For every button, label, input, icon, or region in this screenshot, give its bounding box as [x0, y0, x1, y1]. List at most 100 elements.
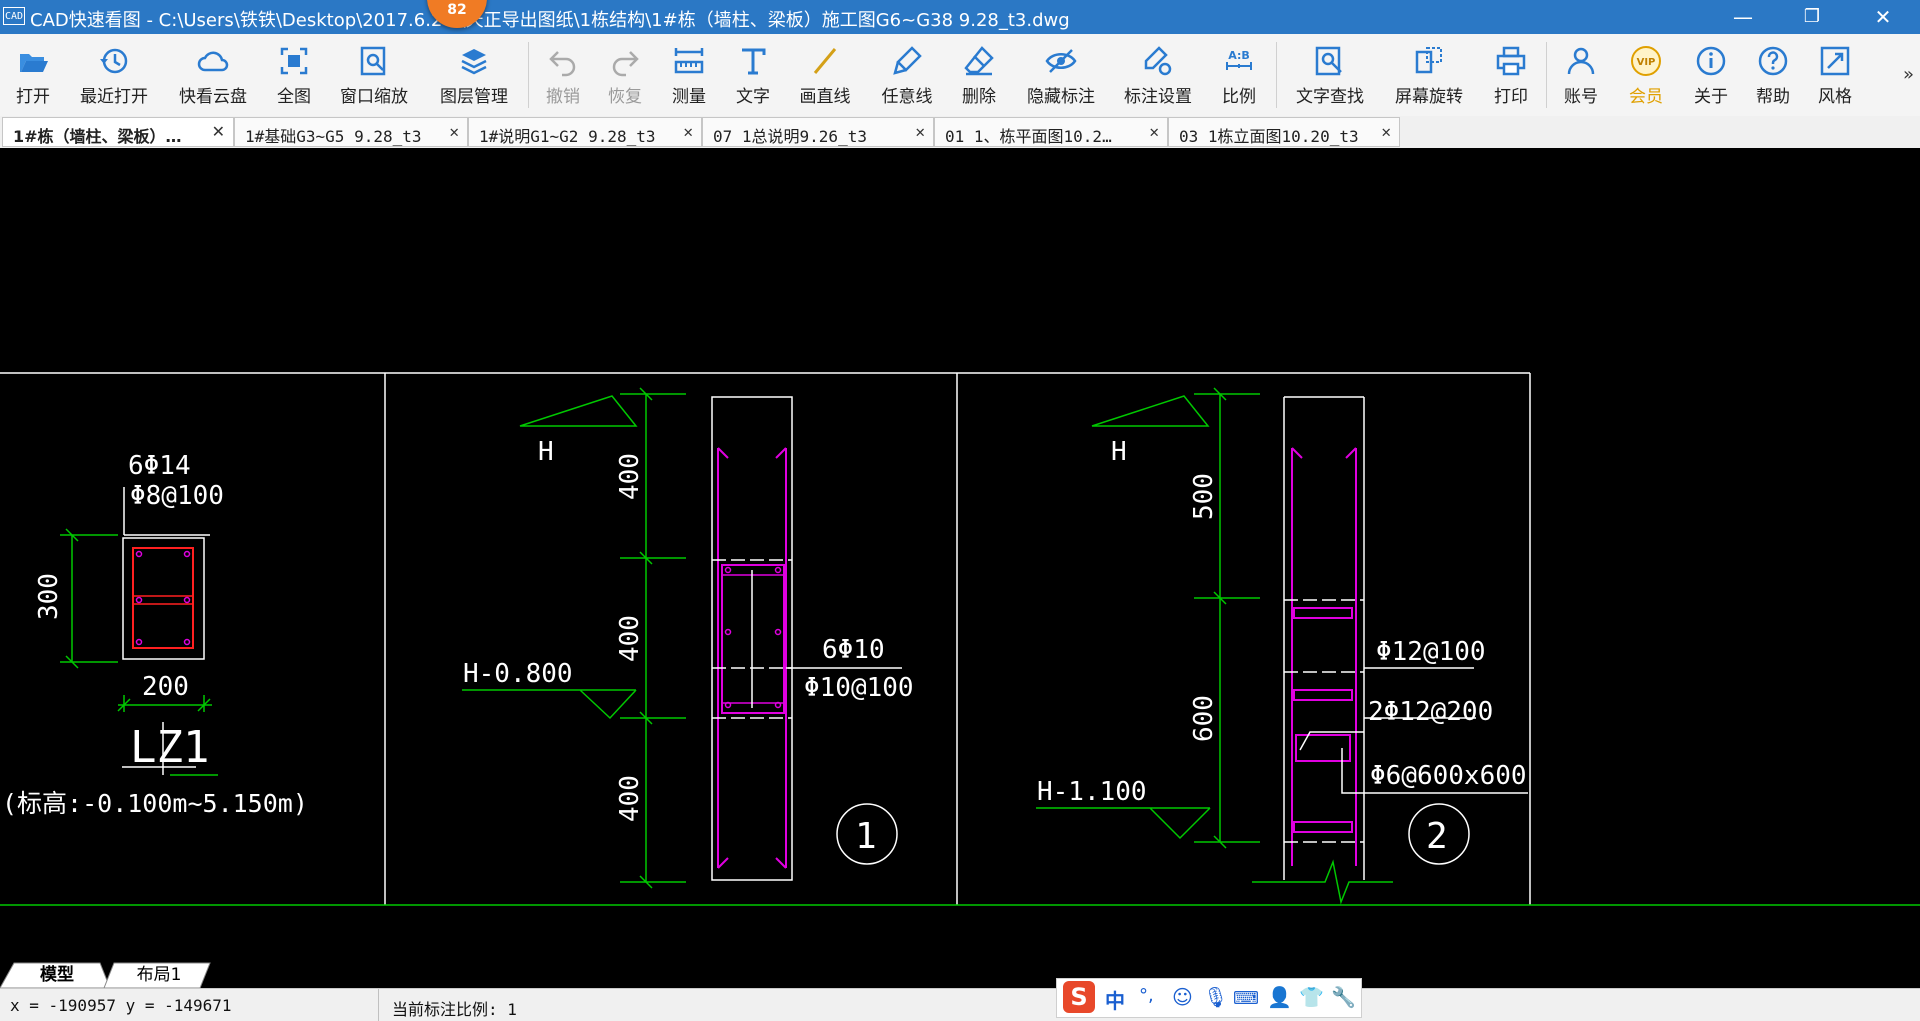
ime-punct-toggle[interactable]: °,: [1139, 985, 1154, 1006]
detail1-level-top: H: [538, 437, 554, 467]
restore-button[interactable]: ❐: [1782, 0, 1842, 34]
close-button[interactable]: ✕: [1853, 0, 1913, 34]
close-tab-icon[interactable]: ✕: [683, 122, 693, 141]
mic-icon[interactable]: 🎙: [1203, 985, 1228, 1009]
account-label: 账号: [1564, 87, 1598, 107]
tab-model[interactable]: 模型: [14, 962, 100, 988]
layer-manager-label: 图层管理: [440, 87, 508, 107]
detail2-level-top: H: [1111, 437, 1127, 467]
account-button[interactable]: 账号: [1550, 34, 1612, 116]
annotation-settings-icon: [1144, 46, 1172, 76]
coordinate-readout: x = -190957 y = -149671: [10, 996, 232, 1015]
eraser-icon: [964, 46, 994, 76]
annotation-settings-label: 标注设置: [1124, 87, 1192, 107]
vip-label: 会员: [1629, 87, 1663, 107]
toolbar-overflow-button[interactable]: »: [1903, 64, 1914, 85]
doc-tab-label: 07 1总说明9.26_t3: [713, 127, 867, 146]
redo-button[interactable]: 恢复: [594, 34, 656, 116]
scale-button[interactable]: A:B 比例: [1204, 34, 1274, 116]
detail1-dim-top: 400: [615, 453, 645, 500]
close-tab-icon[interactable]: ✕: [449, 122, 459, 141]
window-title: CAD快速看图 - C:\Users\铁铁\Desktop\2017.6.26 …: [30, 10, 1070, 31]
cloud-disk-button[interactable]: 快看云盘: [162, 34, 264, 116]
recent-open-button[interactable]: 最近打开: [66, 34, 162, 116]
measure-button[interactable]: 测量: [656, 34, 722, 116]
tab-layout1[interactable]: 布局1: [114, 962, 204, 988]
open-button[interactable]: 打开: [0, 34, 66, 116]
hide-eye-icon: [1045, 49, 1077, 73]
toolbar-divider: [1276, 42, 1277, 108]
draw-line-button[interactable]: 画直线: [784, 34, 866, 116]
detail1-number: 1: [855, 816, 877, 857]
window-zoom-icon: [360, 46, 386, 76]
drawing-canvas[interactable]: 6Φ14 Φ8@100 300 200 LZ1 (标高:-0.100m~5.15…: [0, 148, 1920, 962]
doc-tab-label: 03 1栋立面图10.20_t3: [1179, 127, 1359, 146]
style-label: 风格: [1818, 87, 1852, 107]
wrench-icon[interactable]: 🔧: [1331, 985, 1356, 1009]
help-label: 帮助: [1756, 87, 1790, 107]
vip-button[interactable]: VIP 会员: [1612, 34, 1680, 116]
doc-tab[interactable]: 1#栋（墙柱、梁板）… ✕: [2, 117, 234, 147]
scale-icon: A:B: [1226, 49, 1252, 70]
line-icon: [813, 48, 837, 74]
hide-annotation-button[interactable]: 隐藏标注: [1010, 34, 1112, 116]
annotation-settings-button[interactable]: 标注设置: [1112, 34, 1204, 116]
text-button[interactable]: 文字: [722, 34, 784, 116]
scale-label: 比例: [1222, 87, 1256, 107]
detail1-main-rebar: 6Φ10: [822, 635, 885, 665]
toolbar-divider: [528, 42, 529, 108]
doc-tab[interactable]: 1#说明G1~G2 9.28_t3 ✕: [468, 117, 702, 147]
text-icon: [742, 48, 766, 75]
ime-toolbar[interactable]: S 中 °, ☺ 🎙 ⌨ 👤 👕 🔧: [1056, 978, 1362, 1018]
window-zoom-label: 窗口缩放: [340, 87, 408, 107]
sogou-logo: S: [1063, 981, 1095, 1013]
layers-icon: [461, 49, 487, 75]
text-search-button[interactable]: 文字查找: [1282, 34, 1378, 116]
style-icon: [1820, 46, 1850, 76]
ruler-icon: [674, 48, 704, 74]
open-label: 打开: [16, 87, 50, 107]
rotate-screen-button[interactable]: 屏幕旋转: [1378, 34, 1480, 116]
doc-tab[interactable]: 1#基础G3~G5 9.28_t3 ✕: [234, 117, 468, 147]
doc-tab-label: 1#栋（墙柱、梁板）…: [13, 127, 182, 146]
close-tab-icon[interactable]: ✕: [915, 122, 925, 141]
style-button[interactable]: 风格: [1804, 34, 1866, 116]
detail2-note2: 2Φ12@200: [1368, 697, 1493, 727]
detail-2: H H-1.100 500 600 Φ12@100 2Φ12@200 Φ6@60…: [1036, 387, 1528, 905]
keyboard-icon[interactable]: ⌨: [1233, 988, 1259, 1009]
layer-manager-button[interactable]: 图层管理: [424, 34, 524, 116]
measure-label: 测量: [672, 87, 706, 107]
detail1-level-bottom: H-0.800: [463, 659, 573, 689]
minimize-button[interactable]: —: [1713, 0, 1773, 34]
text-search-icon: [1315, 46, 1342, 76]
doc-tab[interactable]: 07 1总说明9.26_t3 ✕: [702, 117, 934, 147]
draw-line-label: 画直线: [799, 87, 851, 107]
doc-tab[interactable]: 01 1、栋平面图10.2… ✕: [934, 117, 1168, 147]
help-button[interactable]: 帮助: [1742, 34, 1804, 116]
doc-tab[interactable]: 03 1栋立面图10.20_t3 ✕: [1168, 117, 1400, 147]
close-tab-icon[interactable]: ✕: [1149, 122, 1159, 141]
status-divider: [378, 989, 379, 1021]
fit-all-button[interactable]: 全图: [264, 34, 324, 116]
freehand-button[interactable]: 任意线: [866, 34, 948, 116]
close-tab-icon[interactable]: ✕: [212, 122, 225, 141]
detail2-dim-top: 500: [1189, 473, 1219, 520]
delete-button[interactable]: 删除: [948, 34, 1010, 116]
main-toolbar: 打开 最近打开 快看云盘 全图 窗口缩放 图层管理 撤销 恢复 测量 文字 画直…: [0, 34, 1920, 117]
about-button[interactable]: 关于: [1680, 34, 1742, 116]
vip-icon: VIP: [1631, 46, 1661, 76]
detail1-dim-bottom: 400: [615, 775, 645, 822]
print-button[interactable]: 打印: [1480, 34, 1542, 116]
svg-text:VIP: VIP: [1637, 57, 1656, 68]
recent-open-label: 最近打开: [80, 87, 148, 107]
ime-mode-toggle[interactable]: 中: [1105, 985, 1125, 1014]
window-zoom-button[interactable]: 窗口缩放: [324, 34, 424, 116]
cloud-icon: [197, 51, 229, 72]
info-icon: [1696, 46, 1726, 76]
emoji-icon[interactable]: ☺: [1172, 985, 1193, 1009]
undo-button[interactable]: 撤销: [532, 34, 594, 116]
detail1-dim-mid: 400: [615, 615, 645, 662]
ime-user-icon[interactable]: 👤: [1267, 985, 1292, 1009]
shirt-icon[interactable]: 👕: [1299, 985, 1324, 1009]
close-tab-icon[interactable]: ✕: [1381, 122, 1391, 141]
